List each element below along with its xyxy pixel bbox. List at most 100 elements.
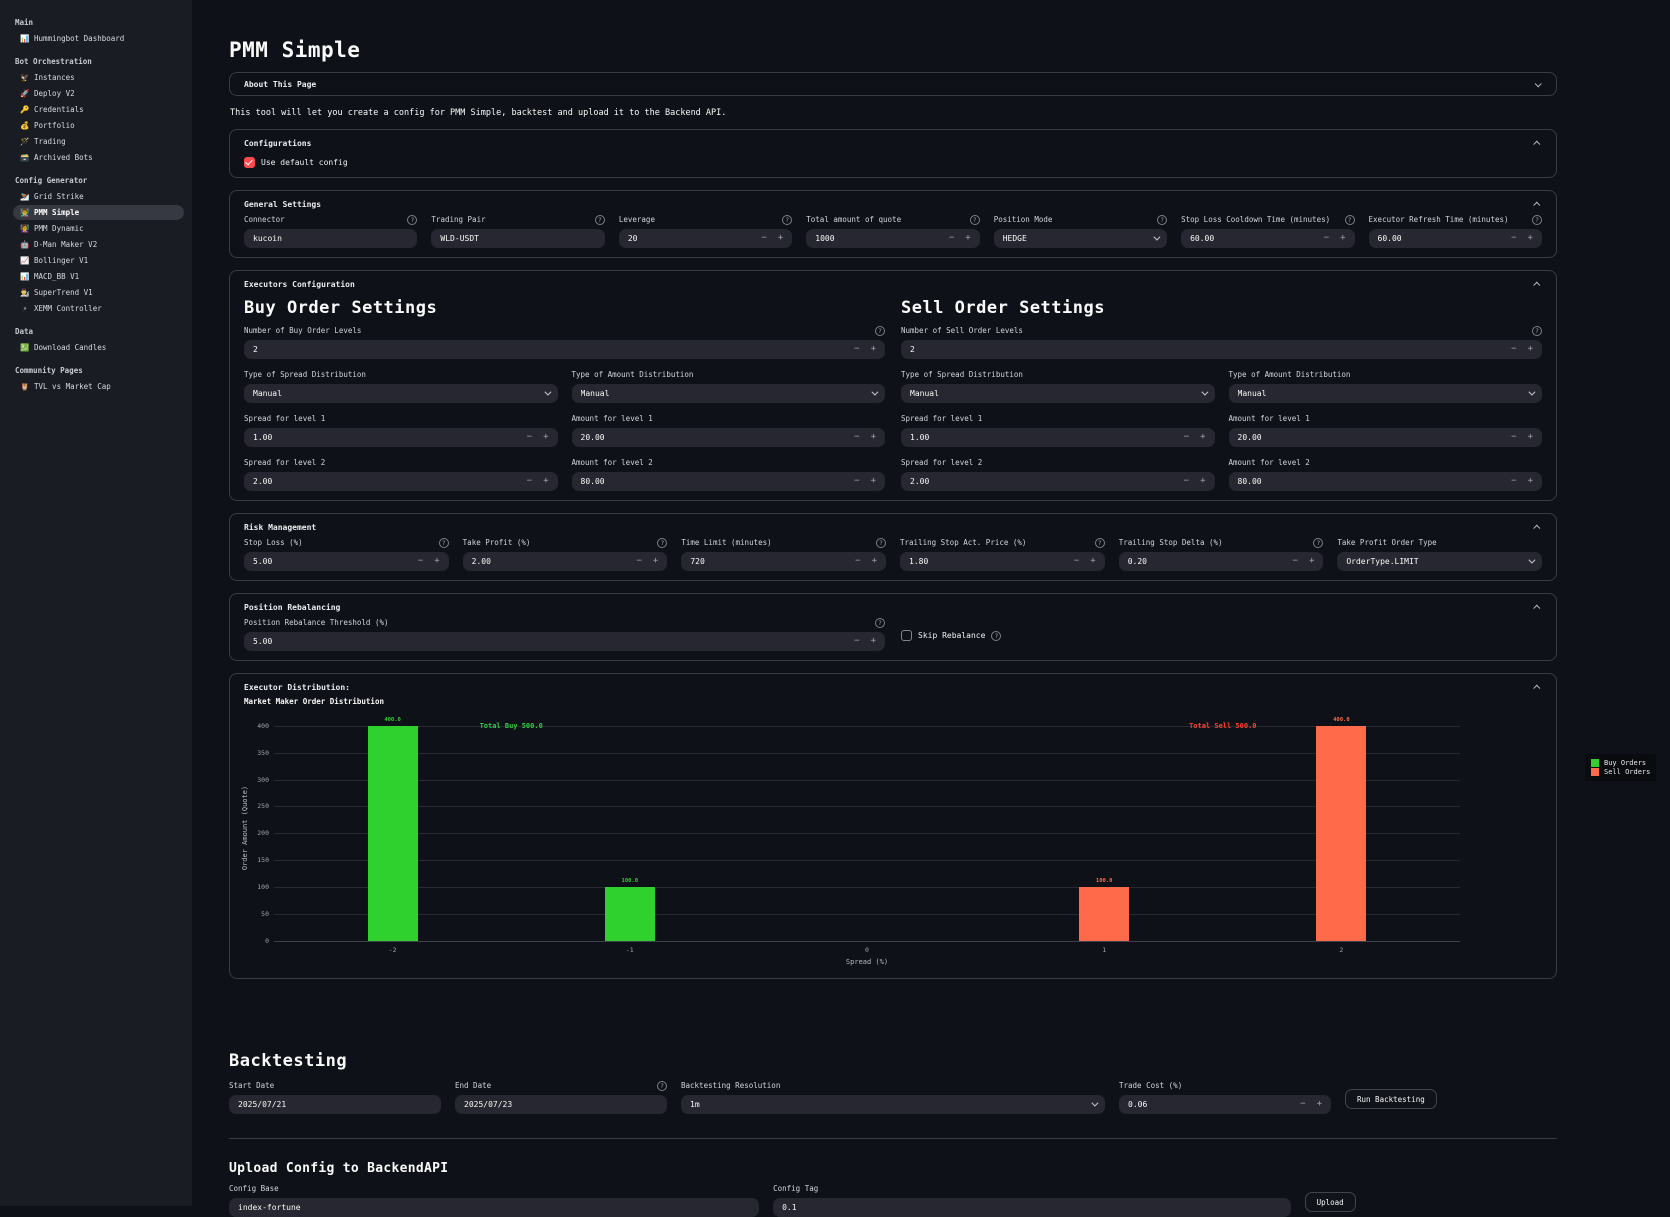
config-base-input[interactable]: index-fortune	[229, 1198, 759, 1217]
sidebar-item-bollinger-v1[interactable]: 📈Bollinger V1	[13, 253, 184, 268]
increment-button[interactable]: +	[1528, 477, 1533, 486]
buy-spread-distribution-input[interactable]: Manual	[244, 384, 558, 403]
help-icon[interactable]: ?	[876, 538, 886, 548]
decrement-button[interactable]: −	[637, 557, 642, 566]
sidebar-item-tvl-vs-market-cap[interactable]: 🦉TVL vs Market Cap	[13, 379, 184, 394]
sidebar-item-download-candles[interactable]: 💹Download Candles	[13, 340, 184, 355]
leverage-input[interactable]: 20−+	[619, 229, 792, 248]
sell-spread-level-1-input[interactable]: 1.00−+	[901, 428, 1215, 447]
help-icon[interactable]: ?	[782, 215, 792, 225]
sell-amount-level-1-input[interactable]: 20.00−+	[1229, 428, 1543, 447]
sidebar-item-credentials[interactable]: 🔑Credentials	[13, 102, 184, 117]
increment-button[interactable]: +	[1317, 1100, 1322, 1109]
help-icon[interactable]: ?	[657, 538, 667, 548]
increment-button[interactable]: +	[871, 637, 876, 646]
help-icon[interactable]: ?	[1345, 215, 1355, 225]
upload-button[interactable]: Upload	[1305, 1192, 1356, 1212]
trade-cost-input[interactable]: 0.06−+	[1119, 1095, 1331, 1114]
stop-loss-input[interactable]: 5.00−+	[244, 552, 449, 571]
decrement-button[interactable]: −	[1293, 557, 1298, 566]
increment-button[interactable]: +	[965, 234, 970, 243]
use-default-config-checkbox[interactable]	[244, 157, 255, 168]
start-date-input[interactable]: 2025/07/21	[229, 1095, 441, 1114]
decrement-button[interactable]: −	[761, 234, 766, 243]
decrement-button[interactable]: −	[1511, 477, 1516, 486]
increment-button[interactable]: +	[871, 477, 876, 486]
take-profit-order-type-input[interactable]: OrderType.LIMIT	[1337, 552, 1542, 571]
help-icon[interactable]: ?	[970, 215, 980, 225]
connector-input[interactable]: kucoin	[244, 229, 417, 248]
buy-amount-distribution-input[interactable]: Manual	[572, 384, 886, 403]
decrement-button[interactable]: −	[1324, 234, 1329, 243]
decrement-button[interactable]: −	[418, 557, 423, 566]
increment-button[interactable]: +	[434, 557, 439, 566]
decrement-button[interactable]: −	[949, 234, 954, 243]
decrement-button[interactable]: −	[1300, 1100, 1305, 1109]
sidebar-item-xemm-controller[interactable]: ⚡XEMM Controller	[13, 301, 184, 316]
sidebar-item-hummingbot-dashboard[interactable]: 📊Hummingbot Dashboard	[13, 31, 184, 46]
decrement-button[interactable]: −	[1074, 557, 1079, 566]
sidebar-item-pmm-simple[interactable]: 👨‍🏫PMM Simple	[13, 205, 184, 220]
increment-button[interactable]: +	[1309, 557, 1314, 566]
help-icon[interactable]: ?	[875, 326, 885, 336]
sell-spread-level-2-input[interactable]: 2.00−+	[901, 472, 1215, 491]
buy-spread-level-1-input[interactable]: 1.00−+	[244, 428, 558, 447]
chevron-up-icon[interactable]	[1533, 604, 1540, 611]
help-icon[interactable]: ?	[991, 631, 1001, 641]
sidebar-item-instances[interactable]: 🦅Instances	[13, 70, 184, 85]
increment-button[interactable]: +	[1528, 234, 1533, 243]
buy-amount-level-1-input[interactable]: 20.00−+	[572, 428, 886, 447]
sidebar-item-grid-strike[interactable]: ⛷️Grid Strike	[13, 189, 184, 204]
stop-loss-cooldown-time-input[interactable]: 60.00−+	[1181, 229, 1354, 248]
increment-button[interactable]: +	[1340, 234, 1345, 243]
decrement-button[interactable]: −	[527, 433, 532, 442]
backtesting-resolution-input[interactable]: 1m	[681, 1095, 1105, 1114]
increment-button[interactable]: +	[1090, 557, 1095, 566]
help-icon[interactable]: ?	[1532, 215, 1542, 225]
sidebar-item-archived-bots[interactable]: 🗃️Archived Bots	[13, 150, 184, 165]
position-rebalance-threshold-input[interactable]: 5.00−+	[244, 632, 885, 651]
buy-amount-level-2-input[interactable]: 80.00−+	[572, 472, 886, 491]
sidebar-item-portfolio[interactable]: 💰Portfolio	[13, 118, 184, 133]
decrement-button[interactable]: −	[854, 345, 859, 354]
decrement-button[interactable]: −	[854, 433, 859, 442]
sidebar-item-d-man-maker-v2[interactable]: 🤖D-Man Maker V2	[13, 237, 184, 252]
chevron-up-icon[interactable]	[1533, 140, 1540, 147]
decrement-button[interactable]: −	[1511, 433, 1516, 442]
increment-button[interactable]: +	[1200, 433, 1205, 442]
decrement-button[interactable]: −	[1184, 477, 1189, 486]
increment-button[interactable]: +	[1528, 433, 1533, 442]
decrement-button[interactable]: −	[527, 477, 532, 486]
sell-order-levels-input[interactable]: 2−+	[901, 340, 1542, 359]
chevron-up-icon[interactable]	[1533, 524, 1540, 531]
trailing-stop-act-price-input[interactable]: 1.80−+	[900, 552, 1105, 571]
executor-refresh-time-input[interactable]: 60.00−+	[1369, 229, 1542, 248]
decrement-button[interactable]: −	[855, 557, 860, 566]
chevron-up-icon[interactable]	[1533, 281, 1540, 288]
sidebar-item-supertrend-v1[interactable]: 👨‍🔬SuperTrend V1	[13, 285, 184, 300]
help-icon[interactable]: ?	[407, 215, 417, 225]
trailing-stop-delta-input[interactable]: 0.20−+	[1119, 552, 1324, 571]
run-backtesting-button[interactable]: Run Backtesting	[1345, 1089, 1437, 1109]
help-icon[interactable]: ?	[657, 1081, 667, 1091]
help-icon[interactable]: ?	[1313, 538, 1323, 548]
end-date-input[interactable]: 2025/07/23	[455, 1095, 667, 1114]
help-icon[interactable]: ?	[1532, 326, 1542, 336]
sidebar-item-deploy-v2[interactable]: 🚀Deploy V2	[13, 86, 184, 101]
config-tag-input[interactable]: 0.1	[773, 1198, 1290, 1217]
decrement-button[interactable]: −	[1184, 433, 1189, 442]
decrement-button[interactable]: −	[854, 637, 859, 646]
increment-button[interactable]: +	[778, 234, 783, 243]
sell-amount-level-2-input[interactable]: 80.00−+	[1229, 472, 1543, 491]
chevron-down-icon[interactable]	[1535, 80, 1542, 87]
total-amount-of-quote-input[interactable]: 1000−+	[806, 229, 979, 248]
sidebar-item-pmm-dynamic[interactable]: 👩‍🏫PMM Dynamic	[13, 221, 184, 236]
decrement-button[interactable]: −	[854, 477, 859, 486]
increment-button[interactable]: +	[543, 477, 548, 486]
take-profit-input[interactable]: 2.00−+	[463, 552, 668, 571]
help-icon[interactable]: ?	[875, 618, 885, 628]
increment-button[interactable]: +	[871, 345, 876, 354]
position-mode-input[interactable]: HEDGE	[994, 229, 1167, 248]
sell-spread-distribution-input[interactable]: Manual	[901, 384, 1215, 403]
increment-button[interactable]: +	[872, 557, 877, 566]
